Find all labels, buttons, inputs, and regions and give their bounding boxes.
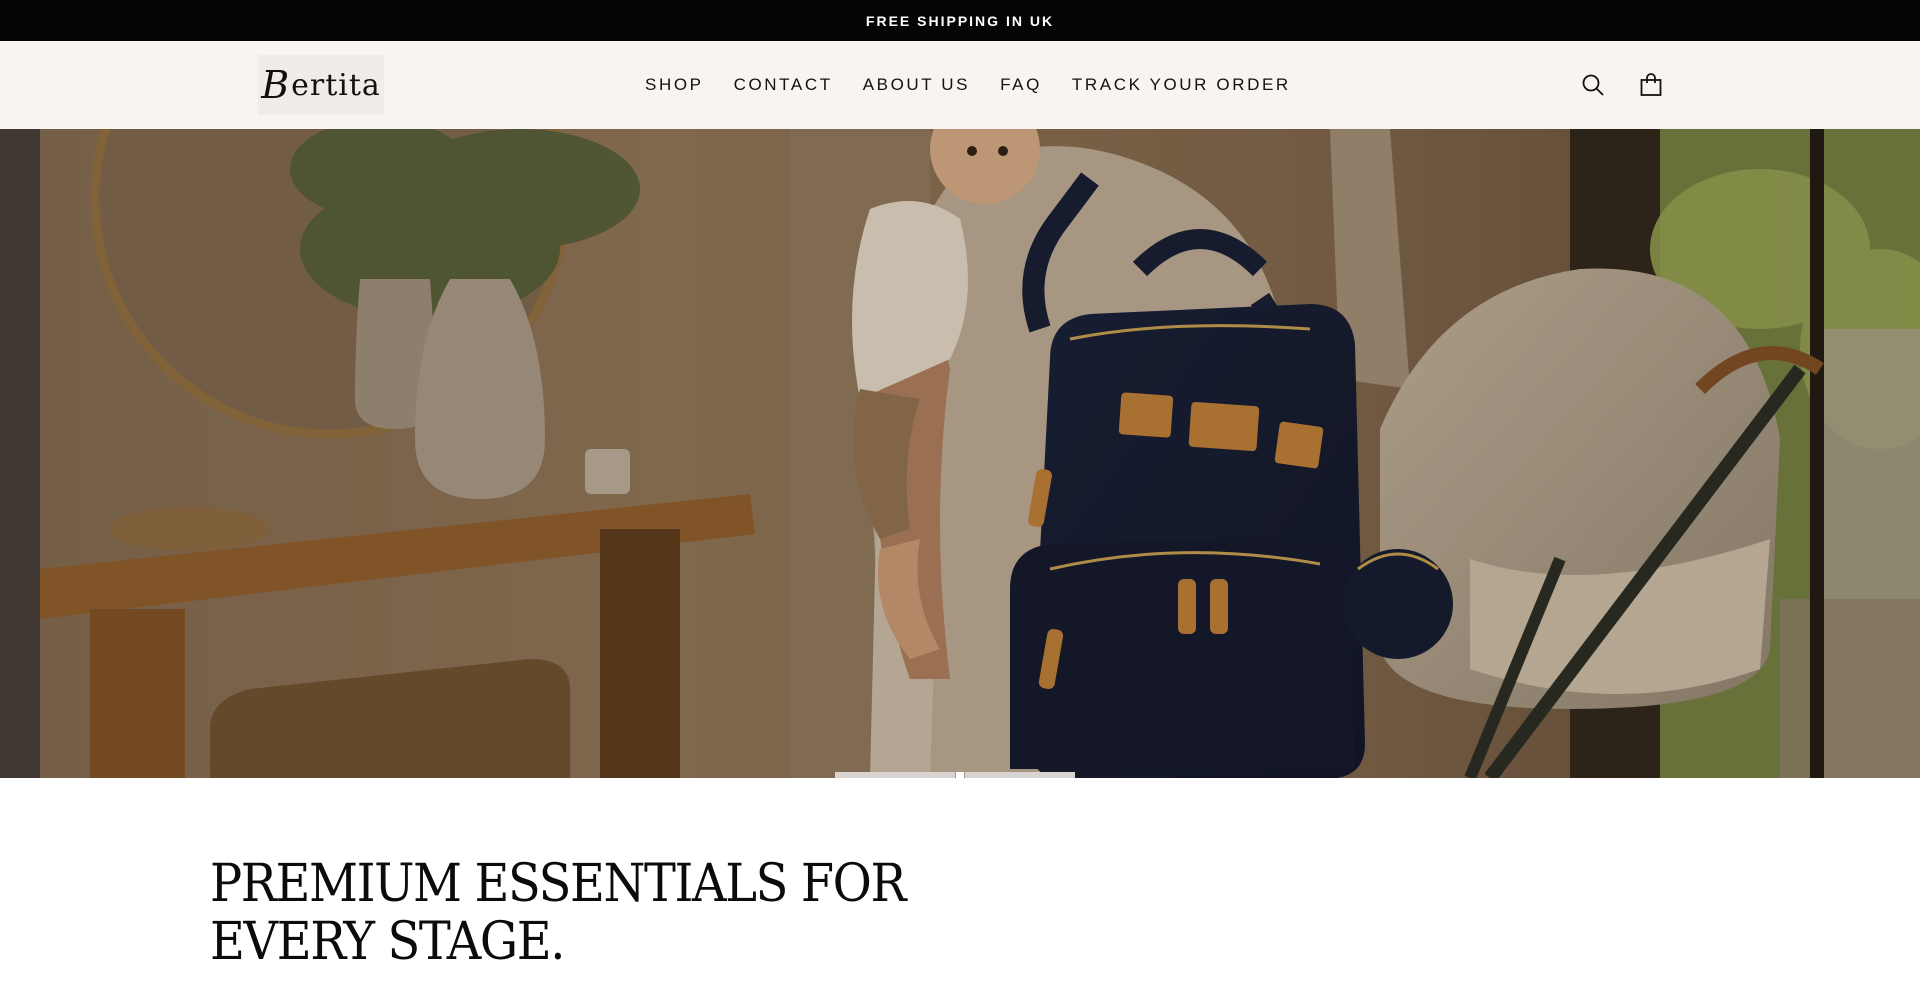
cart-button[interactable] (1636, 70, 1666, 100)
headline-line-1: PREMIUM ESSENTIALS FOR (210, 854, 906, 914)
nav-track-your-order[interactable]: TRACK YOUR ORDER (1057, 75, 1306, 95)
shopping-bag-icon (1640, 73, 1662, 96)
hero-slider-indicators (835, 772, 1075, 778)
logo-initial: B (261, 63, 291, 107)
header-actions (1578, 41, 1666, 129)
nav-contact[interactable]: CONTACT (719, 75, 848, 95)
headline-line-2: EVERY STAGE. (210, 912, 566, 972)
brand-logo[interactable]: Bertita (258, 55, 384, 115)
announcement-bar: FREE SHIPPING IN UK (0, 0, 1920, 41)
slide-indicator-active-marker (955, 772, 965, 778)
main-nav: SHOP CONTACT ABOUT US FAQ TRACK YOUR ORD… (630, 41, 1306, 129)
slide-indicator-1[interactable] (835, 772, 955, 778)
nav-shop[interactable]: SHOP (630, 75, 719, 95)
search-icon (1582, 74, 1604, 96)
search-button[interactable] (1578, 70, 1608, 100)
hero-headline: PREMIUM ESSENTIALS FOR EVERY STAGE. (210, 855, 946, 971)
slide-indicator-2[interactable] (965, 772, 1075, 778)
site-header: Bertita SHOP CONTACT ABOUT US FAQ TRACK … (0, 41, 1920, 129)
hero-image (0, 129, 1920, 778)
hero-banner (0, 129, 1920, 778)
nav-about-us[interactable]: ABOUT US (848, 75, 985, 95)
nav-faq[interactable]: FAQ (985, 75, 1057, 95)
logo-wordmark: ertita (291, 67, 381, 103)
announcement-text: FREE SHIPPING IN UK (865, 12, 1055, 29)
